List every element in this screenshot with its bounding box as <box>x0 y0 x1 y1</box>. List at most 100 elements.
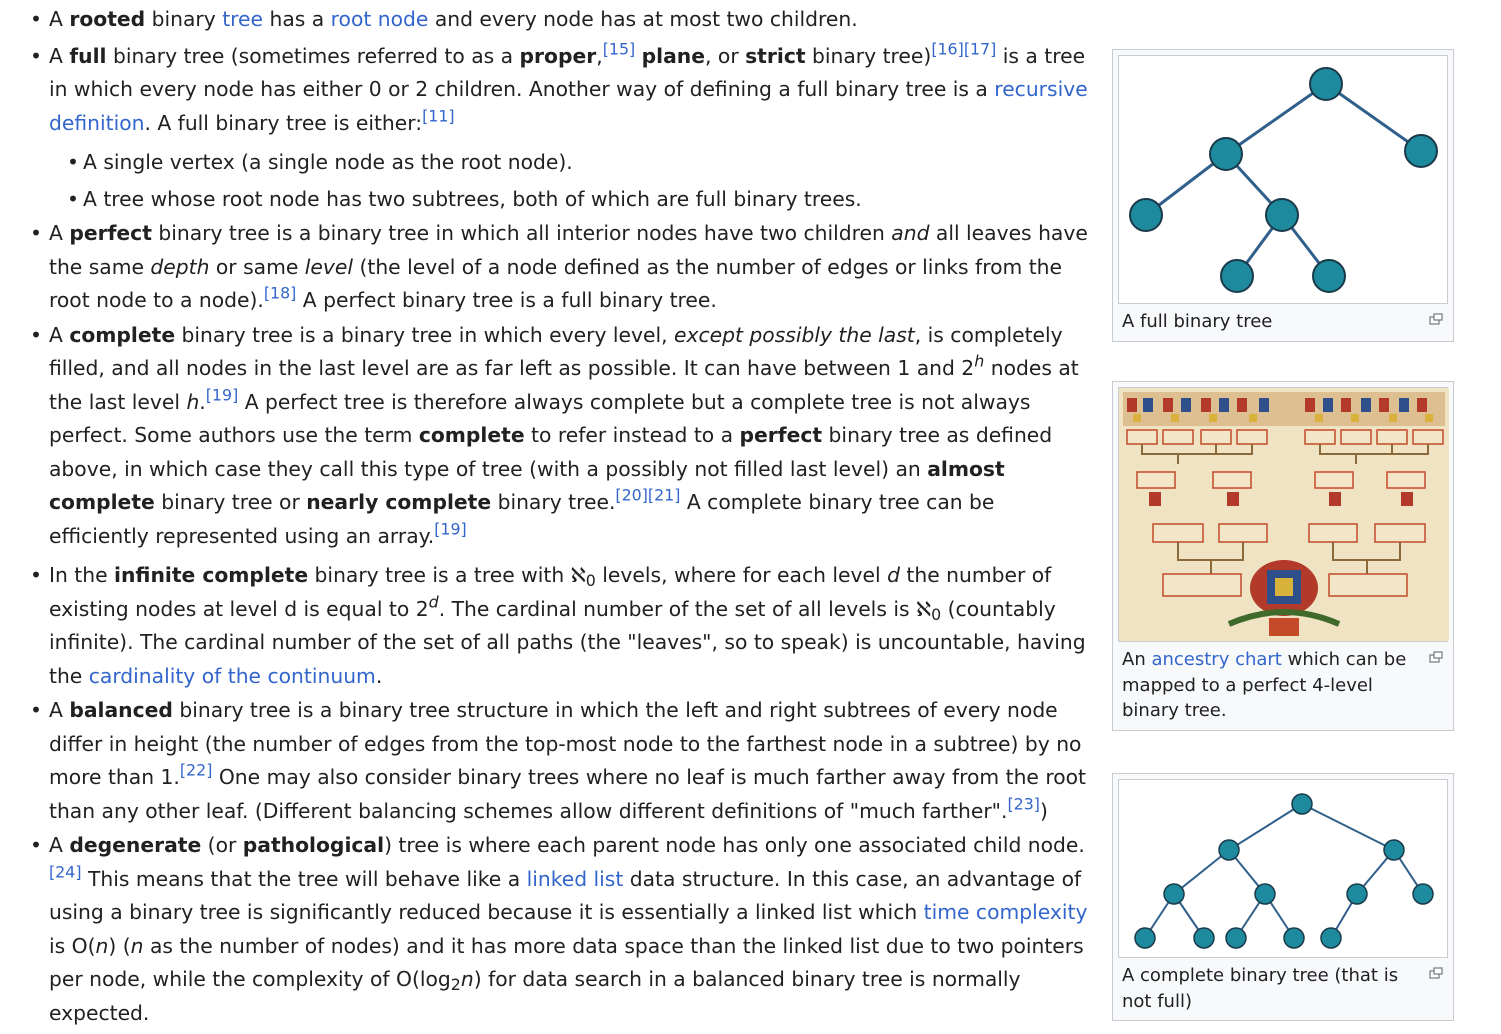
text: and every node has at most two children. <box>428 7 858 31</box>
enlarge-icon[interactable] <box>1429 313 1443 325</box>
full-tree-definition-list: A single vertex (a single node as the ro… <box>49 146 1090 216</box>
text: levels, where for each level <box>595 563 888 587</box>
tree-node <box>1383 839 1405 861</box>
ancestry-chart-illustration <box>1119 388 1449 641</box>
emphasis-except-last: except possibly the last <box>674 322 915 347</box>
tree-edge <box>1325 82 1422 153</box>
caption-text: An <box>1122 649 1152 670</box>
full-binary-tree-image[interactable] <box>1118 55 1448 304</box>
term-proper: proper <box>519 43 597 68</box>
text: is O( <box>49 933 96 958</box>
link-ancestry-chart[interactable]: ancestry chart <box>1151 649 1281 670</box>
citation-15[interactable]: [15] <box>603 39 636 58</box>
tree-node <box>1209 137 1243 171</box>
citation-20[interactable]: [20] <box>615 485 648 504</box>
term-perfect-alt: perfect <box>739 423 823 447</box>
text: has a <box>263 7 331 31</box>
term-complete-alt: complete <box>418 423 525 447</box>
term-strict: strict <box>745 43 806 68</box>
tree-node <box>1346 883 1368 905</box>
ancestry-chart-image[interactable] <box>1118 387 1449 642</box>
tree-node <box>1309 67 1343 101</box>
tree-node <box>1312 259 1346 293</box>
complete-binary-tree-image[interactable] <box>1118 779 1448 958</box>
text: h <box>974 351 985 371</box>
figure-complete-binary-tree: A complete binary tree (that is not full… <box>1112 773 1454 1021</box>
subscript-2: 2 <box>450 974 461 994</box>
citation-23[interactable]: [23] <box>1007 794 1040 813</box>
text: ℵ <box>570 563 586 587</box>
enlarge-icon[interactable] <box>1429 651 1443 663</box>
term-perfect: perfect <box>69 221 152 245</box>
link-cardinality-continuum[interactable]: cardinality of the continuum <box>89 664 376 688</box>
aleph-null: ℵ0 <box>570 563 596 590</box>
list-item-complete: A complete binary tree is a binary tree … <box>30 319 1090 554</box>
tree-node <box>1129 198 1163 232</box>
text: binary tree (sometimes referred to as a <box>106 43 520 68</box>
text: A <box>49 221 70 245</box>
text: A perfect binary tree is a full binary t… <box>296 288 717 312</box>
enlarge-icon[interactable] <box>1429 967 1443 979</box>
text: . <box>375 663 383 688</box>
tree-edge <box>1301 803 1395 851</box>
tree-node <box>1218 839 1240 861</box>
superscript-d: d <box>429 592 439 611</box>
citation-19b[interactable]: [19] <box>434 519 467 538</box>
tree-node <box>1320 927 1342 949</box>
tree-node <box>1265 198 1299 232</box>
text: binary tree. <box>491 490 616 514</box>
citation-16[interactable]: [16] <box>931 39 964 58</box>
emphasis-d: d <box>887 563 900 587</box>
tree-node <box>1254 883 1276 905</box>
article-body: A rooted binary tree has a root node and… <box>30 0 1090 1028</box>
text: A <box>49 7 70 31</box>
text: This means that the tree will behave lik… <box>81 866 527 891</box>
term-complete: complete <box>69 322 176 347</box>
text: binary tree or <box>154 490 307 514</box>
emphasis-n-3: n <box>460 967 474 991</box>
emphasis-depth: depth <box>150 254 210 279</box>
term-plane: plane <box>641 43 706 68</box>
term-degenerate: degenerate <box>69 833 202 857</box>
tree-node <box>1283 927 1305 949</box>
term-nearly-complete: nearly complete <box>306 490 492 514</box>
text: 0 <box>931 604 942 624</box>
figure-caption: An ancestry chart which can be mapped to… <box>1113 642 1453 730</box>
link-tree[interactable]: tree <box>222 7 263 31</box>
term-balanced: balanced <box>69 698 173 722</box>
citation-22[interactable]: [22] <box>180 760 213 779</box>
link-linked-list[interactable]: linked list <box>527 867 624 891</box>
list-item-perfect: A perfect binary tree is a binary tree i… <box>30 217 1090 318</box>
tree-node <box>1412 883 1434 905</box>
emphasis-n-2: n <box>130 933 144 958</box>
citation-17[interactable]: [17] <box>964 39 997 58</box>
citation-11[interactable]: [11] <box>422 106 455 125</box>
citation-18[interactable]: [18] <box>264 283 297 302</box>
link-root-node[interactable]: root node <box>331 7 429 31</box>
text: to refer instead to a <box>524 423 740 447</box>
text: A <box>49 833 70 857</box>
text: In the <box>49 563 115 587</box>
tree-node <box>1404 134 1438 168</box>
link-time-complexity[interactable]: time complexity <box>924 900 1088 924</box>
text: 0 <box>585 570 596 590</box>
text: or same <box>209 254 305 279</box>
citation-24[interactable]: [24] <box>49 862 82 881</box>
caption-text: A complete binary tree (that is not full… <box>1122 965 1399 1012</box>
tree-edge <box>1228 803 1303 851</box>
tree-node <box>1193 927 1215 949</box>
text: . A full binary tree is either: <box>144 110 423 135</box>
emphasis-h: h <box>186 389 200 414</box>
text: A <box>49 698 70 722</box>
list-item-balanced: A balanced binary tree is a binary tree … <box>30 694 1090 828</box>
list-item-single-vertex: A single vertex (a single node as the ro… <box>49 146 1090 180</box>
term-full: full <box>69 43 107 68</box>
aleph-null-2: ℵ0 <box>916 597 942 624</box>
citation-21[interactable]: [21] <box>648 485 681 504</box>
emphasis-level: level <box>304 254 354 279</box>
binary-tree-types-list: A rooted binary tree has a root node and… <box>30 0 1090 1028</box>
figure-caption: A full binary tree <box>1113 304 1453 341</box>
text: binary tree is a binary tree in which ev… <box>175 322 675 347</box>
citation-19[interactable]: [19] <box>206 385 239 404</box>
list-item-degenerate: A degenerate (or pathological) tree is w… <box>30 829 1090 1030</box>
